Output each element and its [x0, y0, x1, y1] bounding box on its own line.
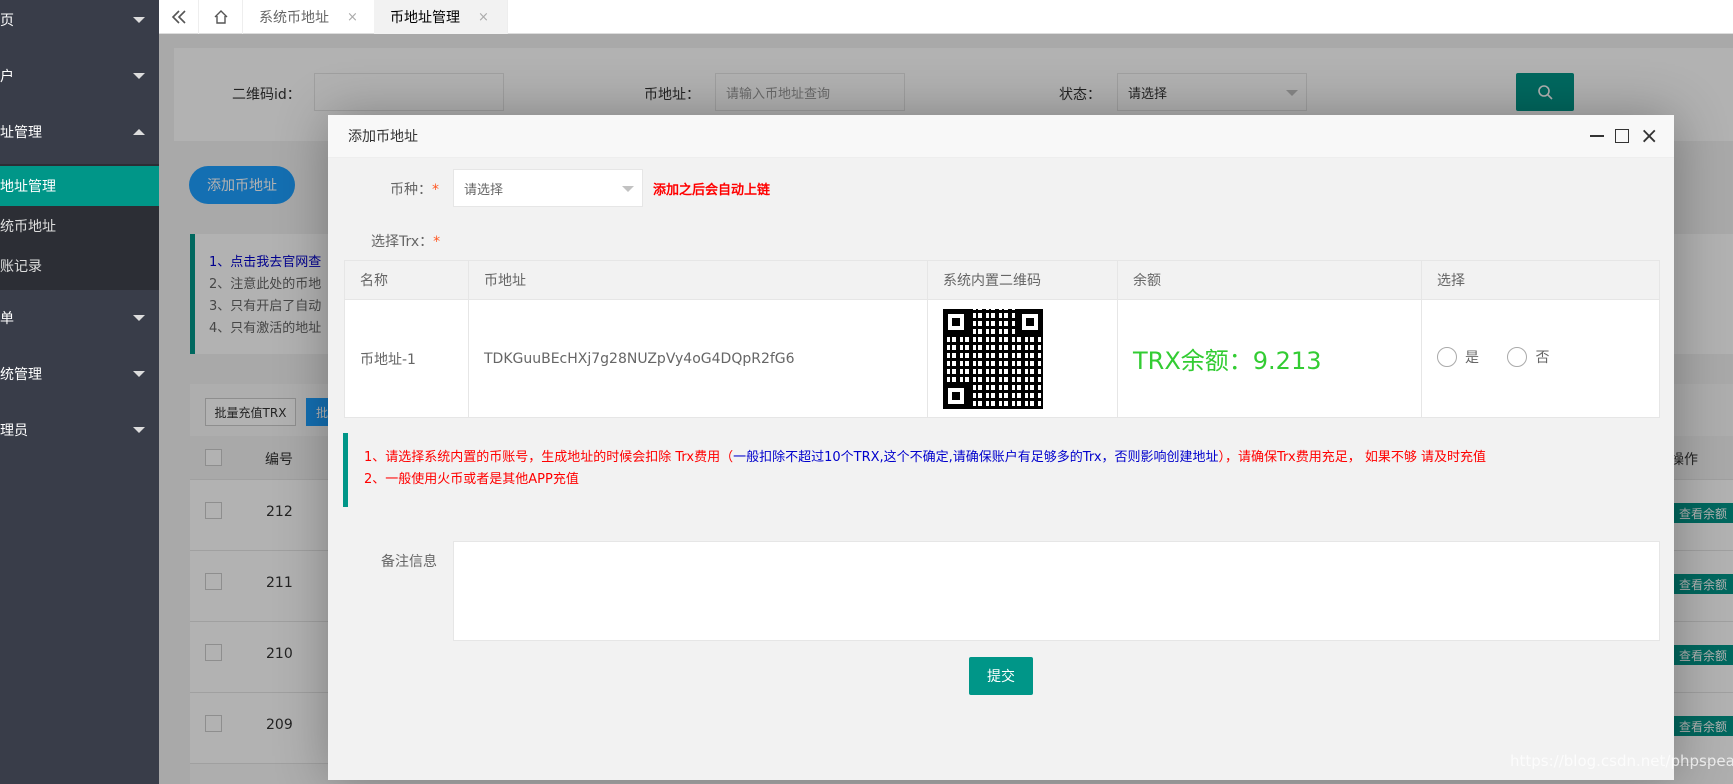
- close-icon[interactable]: ×: [1640, 124, 1658, 149]
- chevron-down-icon: [133, 427, 145, 433]
- tab-system-address[interactable]: 系统币地址 ×: [243, 0, 377, 34]
- minimize-icon[interactable]: [1590, 135, 1604, 137]
- trx-balance: TRX余额：9.213: [1117, 299, 1422, 418]
- col-name: 名称: [344, 260, 469, 300]
- remark-label: 备注信息: [381, 554, 437, 570]
- chevron-down-icon: [133, 371, 145, 377]
- auto-chain-note: 添加之后会自动上链: [653, 183, 771, 198]
- table-row: 币地址-1 TDKGuuBEcHXj7g28NUZpVy4oG4DQpR2fG6…: [344, 299, 1660, 418]
- sidebar-submenu: 地址管理 统币地址 账记录: [0, 164, 159, 290]
- sidebar-item-address-mgmt[interactable]: 址管理: [0, 104, 159, 160]
- account-name: 币地址-1: [344, 299, 469, 418]
- col-select: 选择: [1421, 260, 1660, 300]
- qr-code-image: [943, 308, 1043, 409]
- trx-account-table: 名称 币地址 系统内置二维码 余额 选择 币地址-1 TDKGuuBEcHXj7…: [344, 260, 1660, 418]
- sidebar-item-users[interactable]: 户: [0, 48, 159, 104]
- chevron-up-icon: [133, 129, 145, 135]
- sidebar-subitem-records[interactable]: 账记录: [0, 246, 159, 286]
- trx-label: 选择Trx：*: [371, 234, 441, 250]
- chevron-down-icon: [133, 73, 145, 79]
- modal-header: 添加币地址 ×: [328, 115, 1674, 158]
- account-address: TDKGuuBEcHXj7g28NUZpVy4oG4DQpR2fG6: [468, 299, 928, 418]
- home-icon[interactable]: [199, 0, 243, 34]
- modal-title: 添加币地址: [348, 129, 418, 145]
- col-qrcode: 系统内置二维码: [927, 260, 1118, 300]
- sidebar-subitem-address-mgmt[interactable]: 地址管理: [0, 166, 159, 206]
- chevron-down-icon: [133, 17, 145, 23]
- chevron-down-icon: [622, 186, 634, 192]
- fee-tip-panel: 1、请选择系统内置的币账号，生成地址的时候会扣除 Trx费用（一般扣除不超过10…: [343, 433, 1661, 507]
- submit-button[interactable]: 提交: [969, 657, 1033, 695]
- collapse-icon[interactable]: [159, 0, 199, 34]
- chevron-down-icon: [133, 315, 145, 321]
- sidebar-item-orders[interactable]: 单: [0, 290, 159, 346]
- close-icon[interactable]: ×: [478, 10, 489, 25]
- coin-select[interactable]: 请选择: [453, 169, 643, 207]
- coin-label: 币种：*: [390, 182, 439, 198]
- sidebar-item-home[interactable]: 页: [0, 0, 159, 40]
- tab-address-mgmt[interactable]: 币地址管理 ×: [374, 0, 508, 34]
- maximize-icon[interactable]: [1615, 129, 1629, 143]
- remark-textarea[interactable]: [453, 541, 1660, 641]
- col-balance: 余额: [1117, 260, 1422, 300]
- watermark: https://blog.csdn.net/phpspeak: [1510, 752, 1733, 770]
- radio-no[interactable]: 否: [1507, 346, 1549, 367]
- sidebar: 页 户 址管理 地址管理 统币地址 账记录 单 统管理 理员: [0, 0, 159, 784]
- radio-yes[interactable]: 是: [1437, 346, 1479, 367]
- col-address: 币地址: [468, 260, 928, 300]
- sidebar-subitem-system-address[interactable]: 统币地址: [0, 206, 159, 246]
- tab-bar: 系统币地址 × 币地址管理 ×: [159, 0, 1733, 34]
- sidebar-item-system[interactable]: 统管理: [0, 346, 159, 402]
- close-icon[interactable]: ×: [347, 10, 358, 25]
- sidebar-item-admin[interactable]: 理员: [0, 402, 159, 458]
- add-address-modal: 添加币地址 × 币种：* 请选择 添加之后会自动上链 选择Trx：* 名称 币地…: [328, 115, 1674, 780]
